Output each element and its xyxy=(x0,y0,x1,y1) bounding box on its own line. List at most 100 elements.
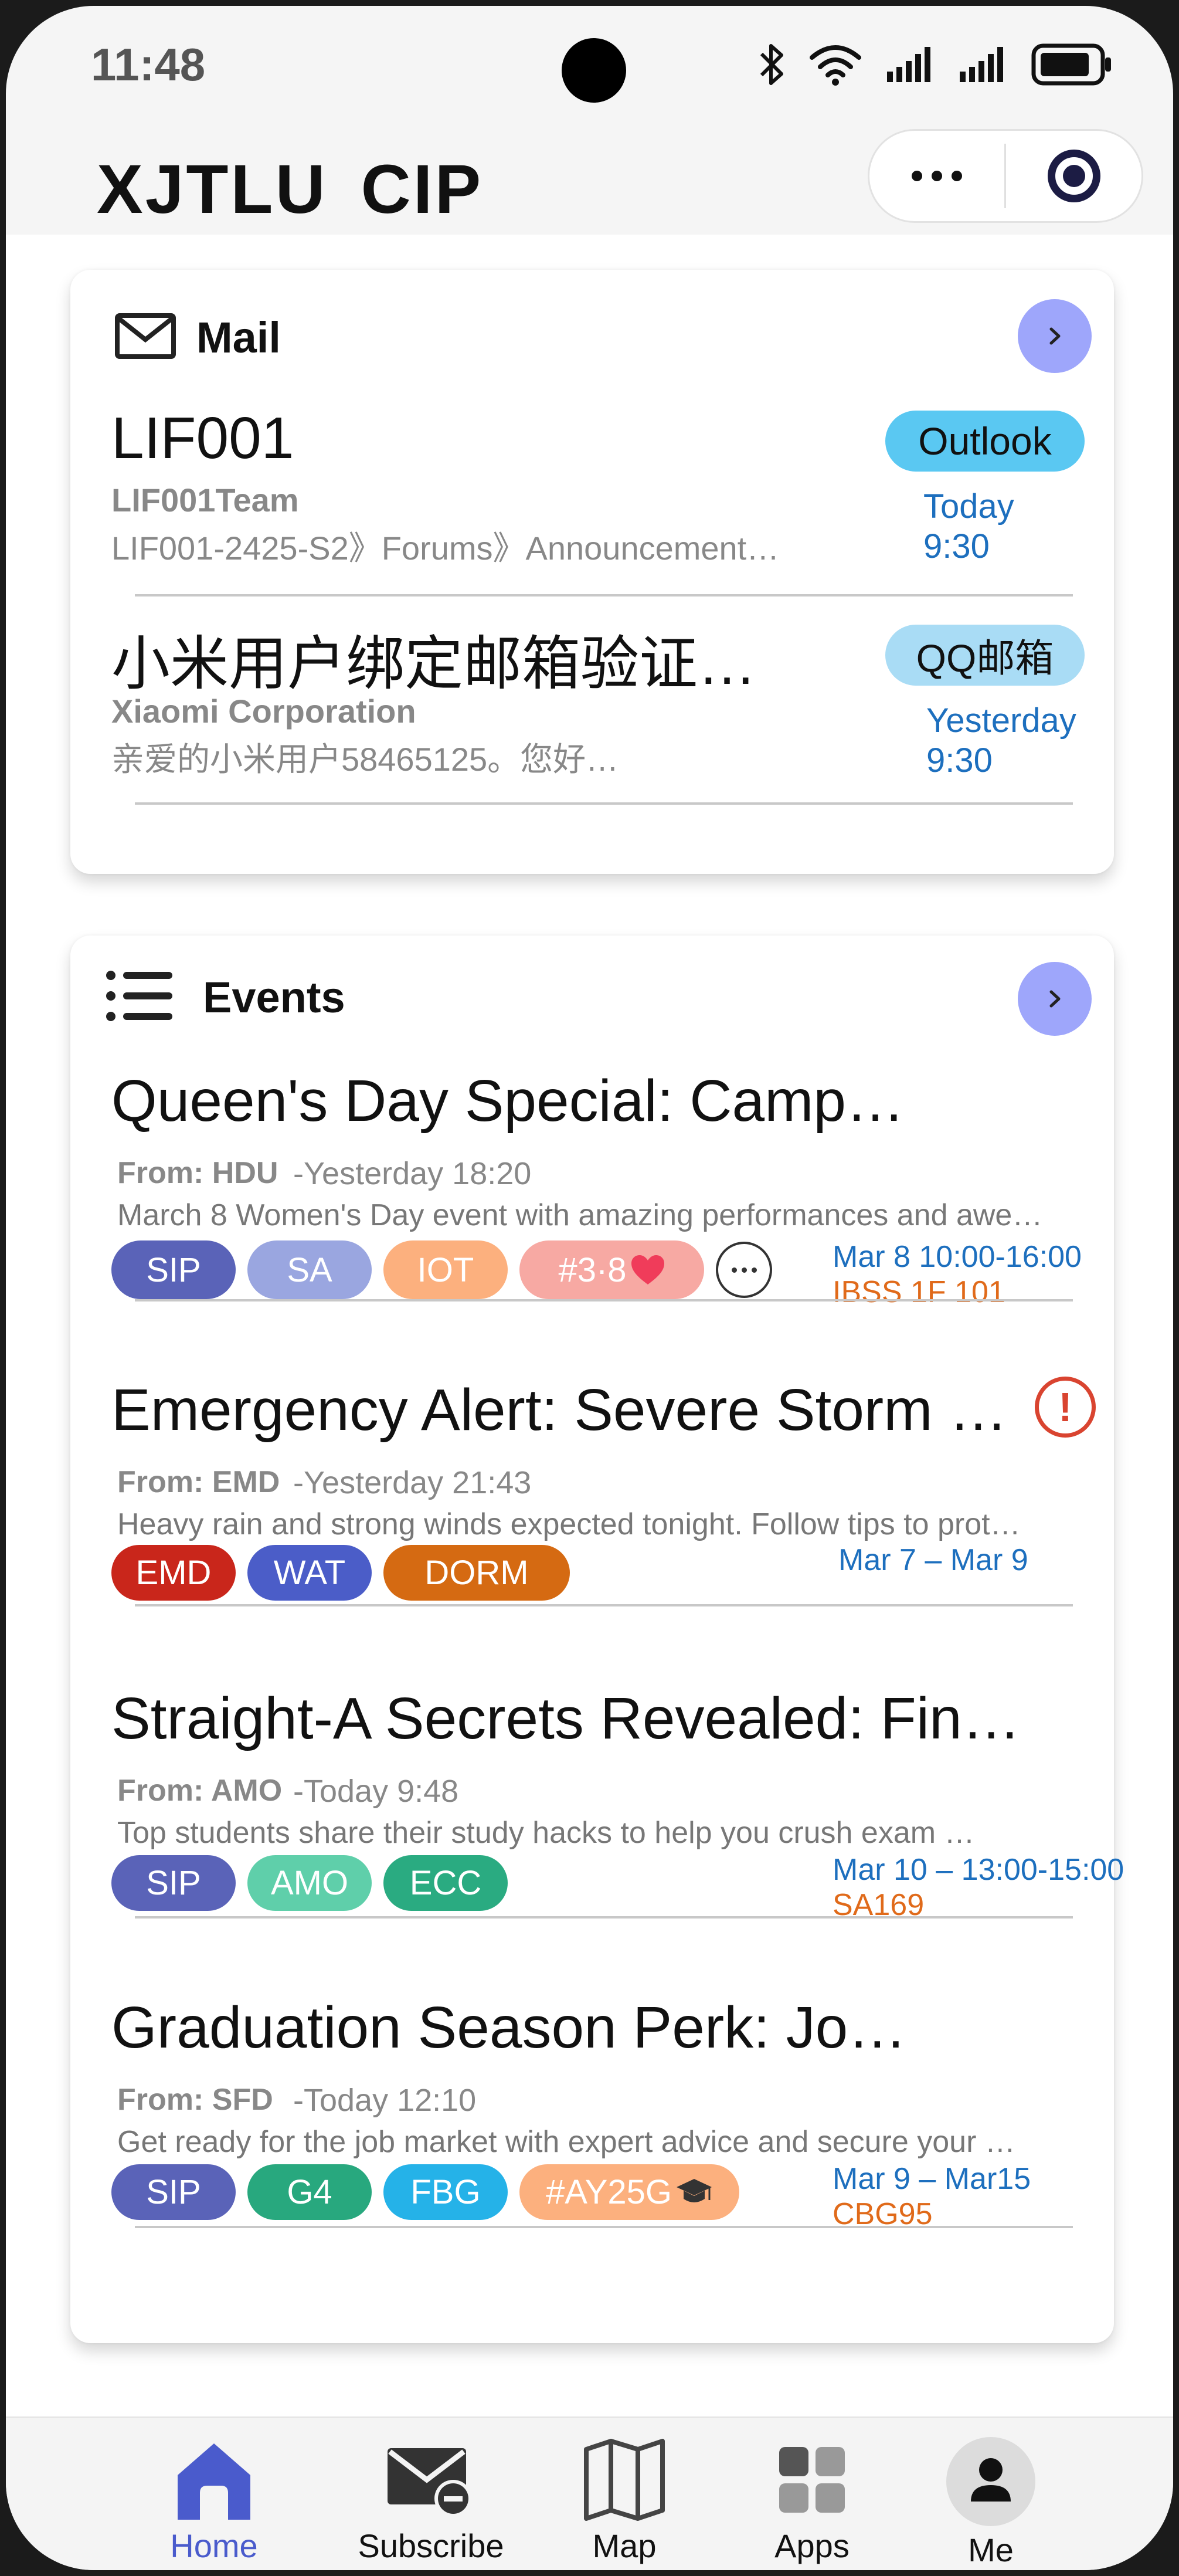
mail-heading: Mail xyxy=(196,313,281,362)
mail-title: LIF001 xyxy=(111,405,294,471)
more-tags-button[interactable] xyxy=(716,1242,772,1298)
tag-ecc[interactable]: ECC xyxy=(383,1855,508,1911)
event-location: IBSS 1F 101 xyxy=(833,1275,1005,1309)
mail-unsubscribe-icon xyxy=(384,2436,478,2523)
envelope-icon xyxy=(114,313,176,362)
tab-label: Subscribe xyxy=(358,2527,504,2564)
mail-title: 小米用户绑定邮箱验证… xyxy=(111,631,756,697)
user-icon xyxy=(945,2436,1037,2527)
event-tags: SIP AMO ECC xyxy=(111,1855,508,1911)
divider xyxy=(135,594,1073,596)
tab-home[interactable]: Home xyxy=(164,2436,264,2565)
tab-map[interactable]: Map xyxy=(580,2436,668,2565)
tab-label: Map xyxy=(592,2527,657,2564)
tag-sip[interactable]: SIP xyxy=(111,2164,236,2220)
list-icon xyxy=(106,970,174,1025)
tab-label: Apps xyxy=(774,2527,850,2564)
mail-card: Mail LIF001 LIF001Team LIF001-2425-S2》Fo… xyxy=(70,270,1114,874)
status-time: 11:48 xyxy=(91,39,206,90)
event-source: From: SFD xyxy=(117,2083,273,2117)
tab-apps[interactable]: Apps xyxy=(768,2436,856,2565)
event-description: Heavy rain and strong winds expected ton… xyxy=(117,1507,1021,1541)
wifi-icon xyxy=(808,43,862,89)
mail-time: Today 9:30 xyxy=(923,487,1014,567)
event-time: -Yesterday 21:43 xyxy=(293,1465,532,1500)
mail-time: Yesterday 9:30 xyxy=(926,701,1076,781)
tag-sip[interactable]: SIP xyxy=(111,1240,236,1299)
tag-ay25g[interactable]: #AY25G xyxy=(519,2164,739,2220)
app-title: XJTLU CIP xyxy=(97,151,484,228)
tab-me[interactable]: Me xyxy=(938,2436,1044,2568)
event-description: March 8 Women's Day event with amazing p… xyxy=(117,1198,1043,1232)
mail-source-tag: Outlook xyxy=(885,411,1085,472)
phone-frame: 11:48 XJTLU CIP Mail LIF001 LIF001Team L… xyxy=(0,0,1179,2576)
event-title: Straight-A Secrets Revealed: Fin… xyxy=(111,1686,1021,1751)
events-card-header: Events xyxy=(106,962,345,1032)
event-item[interactable]: Graduation Season Perk: Jo… From: SFD -T… xyxy=(111,1994,1096,2231)
tag-dorm[interactable]: DORM xyxy=(383,1545,570,1601)
event-description: Top students share their study hacks to … xyxy=(117,1816,975,1850)
event-source: From: HDU xyxy=(117,1156,278,1190)
apps-grid-icon xyxy=(777,2436,847,2523)
event-title: Emergency Alert: Severe Storm … xyxy=(111,1377,1008,1443)
mail-clock: 9:30 xyxy=(923,527,990,565)
event-source: From: EMD xyxy=(117,1465,280,1499)
mail-item[interactable]: LIF001 LIF001Team LIF001-2425-S2》Forums》… xyxy=(111,405,1085,575)
events-open-button[interactable] xyxy=(1018,962,1092,1036)
event-item[interactable]: Queen's Day Special: Camp… From: HDU -Ye… xyxy=(111,1067,1096,1309)
tab-label: Home xyxy=(170,2527,258,2564)
event-description: Get ready for the job market with expert… xyxy=(117,2125,1015,2159)
more-options-button[interactable] xyxy=(869,131,1004,221)
close-program-button[interactable] xyxy=(1006,150,1141,202)
heart-icon xyxy=(631,1255,664,1284)
event-item[interactable]: Straight-A Secrets Revealed: Fin… From: … xyxy=(111,1685,1124,1922)
mail-card-header: Mail xyxy=(114,302,281,372)
mail-sender: Xiaomi Corporation xyxy=(111,693,416,730)
chevron-right-icon xyxy=(1049,990,1061,1008)
tag-sa[interactable]: SA xyxy=(247,1240,372,1299)
front-camera xyxy=(562,38,626,103)
mail-date: Yesterday xyxy=(926,701,1076,740)
phone-screen: 11:48 XJTLU CIP Mail LIF001 LIF001Team L… xyxy=(6,6,1173,2570)
divider xyxy=(135,802,1073,805)
divider xyxy=(135,1604,1073,1606)
tab-label: Me xyxy=(968,2531,1014,2568)
chevron-right-icon xyxy=(1049,327,1061,345)
events-heading: Events xyxy=(203,972,345,1022)
mail-source-tag: QQ邮箱 xyxy=(885,625,1085,686)
event-tags: SIP SA IOT #3·8 xyxy=(111,1240,772,1299)
event-title: Queen's Day Special: Camp… xyxy=(111,1068,905,1134)
tag-emd[interactable]: EMD xyxy=(111,1545,236,1601)
event-source: From: AMO xyxy=(117,1774,283,1808)
alert-icon: ! xyxy=(1035,1377,1096,1438)
mail-open-button[interactable] xyxy=(1018,299,1092,373)
tag-womens-day[interactable]: #3·8 xyxy=(519,1240,704,1299)
home-icon xyxy=(173,2436,255,2523)
cellular-signal-icon xyxy=(886,46,935,86)
mail-sender: LIF001Team xyxy=(111,482,299,518)
event-time: -Yesterday 18:20 xyxy=(293,1156,532,1191)
tag-iot[interactable]: IOT xyxy=(383,1240,508,1299)
tag-amo[interactable]: AMO xyxy=(247,1855,372,1911)
mail-item[interactable]: 小米用户绑定邮箱验证… Xiaomi Corporation 亲爱的小米用户58… xyxy=(111,616,1085,792)
battery-icon xyxy=(1031,43,1113,89)
event-date: Mar 8 10:00-16:00 xyxy=(833,1240,1082,1274)
events-card: Events Queen's Day Special: Camp… From: … xyxy=(70,936,1124,2343)
tag-fbg[interactable]: FBG xyxy=(383,2164,508,2220)
tag-sip[interactable]: SIP xyxy=(111,1855,236,1911)
tag-g4[interactable]: G4 xyxy=(247,2164,372,2220)
mail-snippet: 亲爱的小米用户58465125。您好… xyxy=(111,741,619,778)
tab-subscribe[interactable]: Subscribe xyxy=(358,2436,504,2565)
event-title: Graduation Season Perk: Jo… xyxy=(111,1995,907,2060)
tag-wat[interactable]: WAT xyxy=(247,1545,372,1601)
bluetooth-icon xyxy=(759,41,785,91)
event-item[interactable]: Emergency Alert: Severe Storm … ! From: … xyxy=(111,1377,1096,1611)
mini-program-capsule xyxy=(868,129,1143,223)
event-time: -Today 12:10 xyxy=(293,2083,477,2118)
event-tags: EMD WAT DORM xyxy=(111,1545,570,1601)
mail-snippet: LIF001-2425-S2》Forums》Announcement… xyxy=(111,530,780,567)
mail-clock: 9:30 xyxy=(926,741,993,779)
event-time: -Today 9:48 xyxy=(293,1774,459,1809)
map-icon xyxy=(580,2436,668,2523)
divider xyxy=(135,1299,1073,1301)
